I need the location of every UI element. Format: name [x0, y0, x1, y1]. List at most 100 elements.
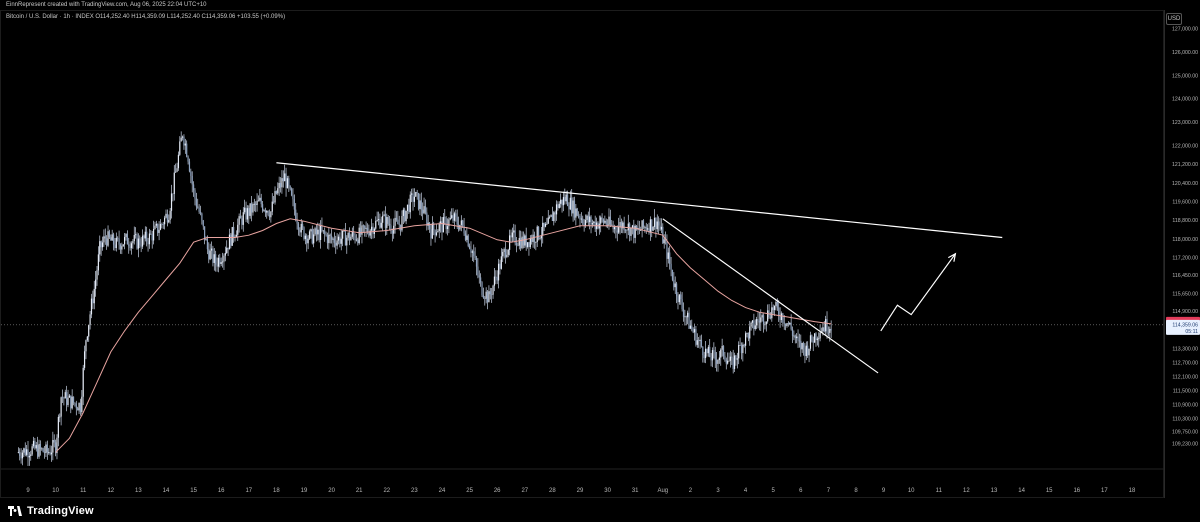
candle-body [684, 316, 686, 318]
candle-body [543, 222, 545, 227]
x-tick-label: 18 [1129, 488, 1136, 494]
candle-body [226, 247, 228, 254]
candle-body [281, 178, 283, 188]
candle-body [88, 324, 90, 337]
candle-body [438, 224, 440, 231]
candle-body [722, 345, 725, 356]
candle-body [478, 275, 480, 278]
candle-body [485, 291, 487, 299]
x-tick-label: 14 [1018, 488, 1025, 494]
candle-body [584, 219, 587, 226]
candle-body [601, 217, 603, 220]
candle-body [716, 359, 718, 364]
countdown-label: 05:11 [1185, 329, 1198, 335]
candle-body [136, 234, 138, 249]
candle-body [475, 257, 478, 267]
candle-body [148, 233, 151, 245]
y-tick-label: 121,200.00 [1172, 162, 1198, 168]
candle-body [71, 396, 73, 409]
brand-name: TradingView [27, 505, 94, 517]
candle-body [467, 235, 469, 247]
candle-body [702, 346, 704, 356]
candle-body [553, 212, 555, 222]
candle-body [678, 294, 680, 303]
candle-body [213, 254, 215, 263]
candle-body [26, 449, 28, 455]
candle-body [364, 225, 366, 229]
candle-body [779, 315, 781, 321]
candle-body [297, 223, 300, 231]
candle-body [67, 397, 69, 406]
candle-body [68, 395, 70, 398]
candle-body [244, 207, 246, 213]
candle-body [34, 440, 36, 449]
chart-svg[interactable]: 9 10 11 12 13 14 15 16 17 18 19 20 21 22 23 24 25 26 27 28 2… [1, 11, 1165, 499]
candle-body [790, 322, 792, 330]
candle-body [457, 224, 460, 230]
candle-body [695, 329, 697, 345]
footer: TradingView [0, 500, 1200, 522]
candle-body [586, 215, 588, 220]
y-tick-label: 123,000.00 [1172, 120, 1198, 126]
candle-body [509, 235, 511, 250]
candle-body [353, 231, 355, 236]
y-tick-label: 109,230.00 [1172, 442, 1198, 448]
candle-body [605, 220, 607, 225]
candle-body [255, 203, 257, 205]
candle-body [117, 237, 119, 239]
candle-body [449, 217, 451, 220]
candle-body [210, 248, 213, 251]
candle-body [561, 199, 563, 206]
x-tick-label: 25 [466, 488, 473, 494]
candle-body [340, 238, 342, 244]
candle-body [557, 204, 559, 208]
candle-body [420, 200, 422, 210]
candle-body [332, 238, 334, 240]
candle-body [286, 178, 289, 189]
candle-body [82, 367, 84, 397]
candle-body [361, 225, 363, 235]
candle-body [807, 345, 809, 356]
candle-body [90, 298, 93, 315]
candle-body [793, 335, 795, 337]
candle-body [188, 161, 191, 172]
candle-body [474, 255, 476, 258]
candle-body [205, 239, 207, 241]
candle-body [676, 283, 678, 297]
candle-body [295, 209, 297, 220]
candle-body [324, 230, 326, 235]
candle-body [826, 319, 828, 333]
candle-body [503, 249, 505, 253]
candle-body [43, 452, 46, 454]
candle-body [194, 190, 196, 199]
chart-plot-area[interactable]: 9 10 11 12 13 14 15 16 17 18 19 20 21 22 23 24 25 26 27 28 2… [0, 10, 1165, 499]
currency-button[interactable]: USD [1166, 13, 1182, 25]
candle-body [322, 230, 324, 232]
price-axis[interactable]: 127,000.00 126,000.00 125,000.00 124,000.00… [1164, 10, 1200, 498]
candle-body [462, 220, 464, 226]
candle-body [822, 327, 824, 332]
candle-body [264, 210, 266, 213]
candle-body [426, 212, 428, 226]
candle-body [814, 333, 816, 343]
candle-body [724, 355, 726, 360]
candle-body [190, 171, 192, 176]
candle-body [827, 332, 829, 334]
candle-body [326, 235, 329, 244]
candle-body [481, 282, 483, 296]
candle-body [375, 220, 377, 229]
candle-body [359, 227, 362, 235]
candle-body [268, 214, 271, 218]
candle-body [271, 201, 273, 212]
candle-body [629, 223, 631, 236]
candle-body [397, 219, 399, 225]
candle-body [219, 257, 221, 265]
candle-body [608, 216, 610, 226]
candle-body [783, 322, 785, 324]
candle-body [371, 226, 373, 231]
candle-body [778, 307, 780, 316]
candle-body [451, 215, 453, 218]
candle-body [811, 335, 813, 342]
candle-body [469, 246, 471, 249]
x-tick-label: 20 [328, 488, 335, 494]
